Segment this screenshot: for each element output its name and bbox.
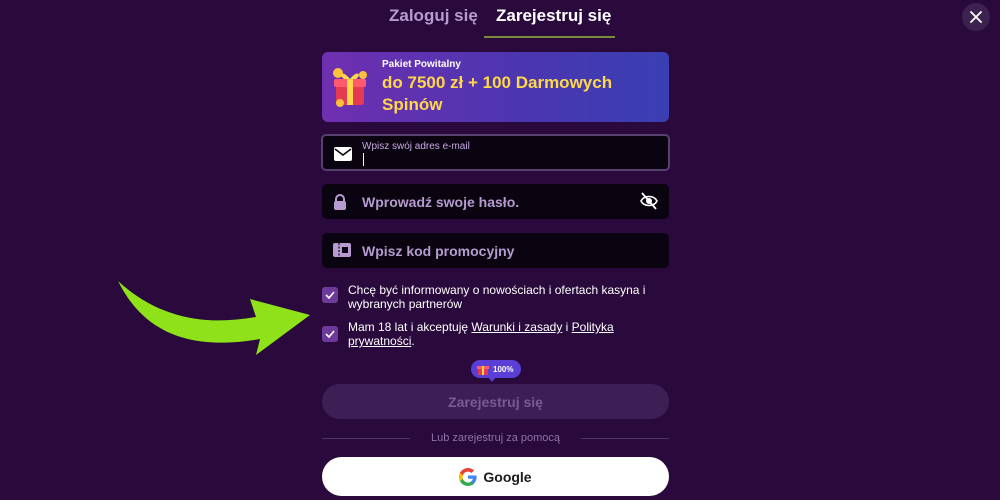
checkmark-icon [325, 291, 335, 299]
auth-tabs: Zaloguj się Zarejestruj się [322, 0, 669, 40]
google-label: Google [483, 468, 532, 485]
banner-subtitle: Pakiet Powitalny [382, 59, 461, 70]
text-caret [363, 153, 364, 166]
register-submit-button[interactable]: Zarejestruj się [322, 384, 669, 419]
promo-code-input[interactable] [362, 233, 632, 268]
gift-box-icon [333, 68, 367, 107]
promo-code-field [322, 233, 669, 268]
google-logo-icon [459, 467, 477, 486]
terms-checkbox[interactable] [322, 326, 338, 342]
newsletter-consent-text: Chcę być informowany o nowościach i ofer… [348, 283, 646, 311]
green-arrow-icon [118, 281, 310, 355]
terms-consent-text: Mam 18 lat i akceptuję Warunki i zasady … [348, 320, 673, 348]
terms-link[interactable]: Warunki i zasady [471, 320, 562, 334]
promo-ticket-icon [333, 243, 351, 257]
envelope-icon [334, 147, 352, 161]
checkmark-icon [325, 330, 335, 338]
email-label: Wpisz swój adres e-mail [362, 141, 470, 152]
progress-badge: 100% [471, 360, 521, 378]
password-input[interactable] [362, 184, 632, 219]
gift-icon [477, 366, 489, 375]
divider-line-right [581, 438, 669, 439]
password-field [322, 184, 669, 219]
progress-percent: 100% [493, 364, 514, 374]
email-field[interactable]: Wpisz swój adres e-mail [321, 134, 670, 171]
google-signup-button[interactable]: Google [322, 457, 669, 496]
eye-off-icon [640, 192, 658, 210]
banner-headline: do 7500 zł + 100 Darmowych Spinów [382, 73, 613, 114]
close-icon [970, 11, 982, 23]
badge-pointer [488, 377, 496, 382]
tab-login[interactable]: Zaloguj się [389, 6, 478, 26]
close-button[interactable] [962, 3, 990, 31]
tab-register[interactable]: Zarejestruj się [496, 6, 611, 26]
lock-icon [334, 194, 346, 210]
terms-suffix: . [411, 334, 415, 348]
newsletter-checkbox[interactable] [322, 287, 338, 303]
active-tab-indicator [484, 36, 615, 38]
terms-and: i [562, 320, 572, 334]
welcome-bonus-banner: Pakiet Powitalny do 7500 zł + 100 Darmow… [322, 52, 669, 122]
terms-prefix: Mam 18 lat i akceptuję [348, 320, 472, 334]
toggle-password-visibility[interactable] [639, 192, 659, 213]
